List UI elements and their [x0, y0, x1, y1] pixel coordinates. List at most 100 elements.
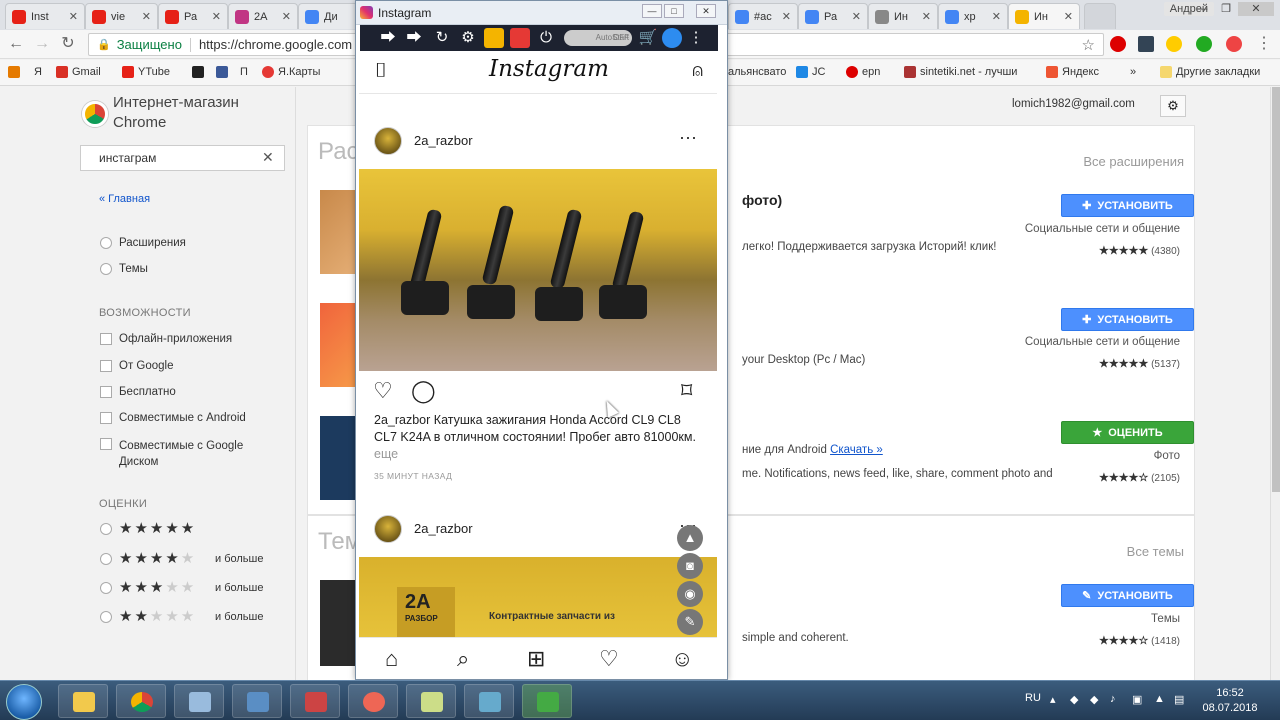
back-button[interactable]: ←	[6, 34, 26, 54]
close-icon[interactable]: ✕	[282, 10, 291, 23]
close-icon[interactable]: ✕	[922, 10, 931, 23]
forward-button[interactable]: →	[32, 34, 52, 54]
chrome-app[interactable]	[116, 684, 166, 718]
close-icon[interactable]: ✕	[782, 10, 791, 23]
close-window-button[interactable]: ✕	[1238, 2, 1274, 16]
checkbox[interactable]	[100, 360, 112, 372]
browser-tab[interactable]: хр ✕	[938, 3, 1008, 29]
tray-icon[interactable]: ▲	[1154, 693, 1166, 705]
tray-icon[interactable]: ◆	[1070, 693, 1082, 706]
browser-tab[interactable]: Inst ✕	[5, 3, 85, 29]
maximize-button[interactable]: ❐	[1214, 2, 1238, 16]
app-button[interactable]	[232, 684, 282, 718]
close-icon[interactable]: ✕	[212, 10, 221, 23]
tray-icon[interactable]: ▴	[1050, 693, 1062, 706]
clear-search-icon[interactable]: ✕	[262, 149, 274, 166]
app-button[interactable]	[290, 684, 340, 718]
app-button[interactable]	[522, 684, 572, 718]
compass-icon[interactable]: ✎	[677, 609, 703, 635]
close-icon[interactable]: ✕	[69, 10, 78, 23]
extension-icon[interactable]	[1166, 36, 1182, 52]
forward-arrow-icon[interactable]: ⮕	[404, 28, 424, 48]
result-title[interactable]: фото)	[742, 192, 1082, 208]
bookmark-item[interactable]: П	[240, 66, 248, 78]
back-arrow-icon[interactable]: ⮕	[378, 28, 398, 48]
avatar[interactable]	[374, 515, 402, 543]
bookmark-item[interactable]: YTube	[122, 66, 170, 78]
bookmark-item[interactable]	[216, 66, 228, 78]
bookmark-item[interactable]: Я	[34, 66, 42, 78]
bookmark-item[interactable]: Другие закладки	[1160, 66, 1260, 78]
add-post-icon[interactable]: ⊞	[527, 646, 545, 672]
download-link[interactable]: Скачать »	[830, 444, 883, 456]
more-link[interactable]: еще	[374, 447, 398, 461]
comment-icon[interactable]: ◯	[411, 378, 436, 404]
search-input[interactable]: инстаграм	[80, 145, 285, 171]
clock[interactable]: 16:52 08.07.2018	[1200, 686, 1260, 716]
app-button[interactable]	[464, 684, 514, 718]
eye-icon[interactable]: ◉	[677, 581, 703, 607]
all-extensions-link[interactable]: Все расширения	[1083, 154, 1184, 169]
bookmark-item[interactable]: Я.Карты	[262, 66, 320, 78]
bookmarks-overflow[interactable]: »	[1130, 66, 1136, 78]
checkbox[interactable]	[100, 386, 112, 398]
color-grid-icon[interactable]	[484, 28, 504, 48]
tray-icon[interactable]: ▤	[1174, 693, 1186, 706]
bookmark-item[interactable]	[8, 66, 20, 78]
bookmark-icon[interactable]: ⌑	[681, 378, 692, 404]
gear-icon[interactable]: ⚙	[1160, 95, 1186, 117]
heart-icon[interactable]: ♡	[373, 378, 393, 404]
menu-icon[interactable]: ⋮	[1254, 34, 1274, 54]
scroll-up-icon[interactable]: ▲	[677, 525, 703, 551]
explorer-app[interactable]	[58, 684, 108, 718]
volume-icon[interactable]: ♪	[1110, 693, 1122, 705]
messenger-icon[interactable]	[662, 28, 682, 48]
close-window-button[interactable]: ✕	[696, 4, 716, 18]
app-button[interactable]	[348, 684, 398, 718]
extension-icon[interactable]	[1226, 36, 1242, 52]
minimize-button[interactable]: —	[1190, 2, 1214, 16]
bookmark-item[interactable]: Яндекс	[1046, 66, 1099, 78]
cart-icon[interactable]: 🛒	[638, 28, 658, 48]
new-tab-button[interactable]	[1084, 3, 1116, 29]
bookmark-item[interactable]	[192, 66, 204, 78]
profile-icon[interactable]: ☺	[671, 646, 693, 672]
radio-extensions[interactable]	[100, 237, 112, 249]
post-photo[interactable]	[359, 169, 717, 371]
close-icon[interactable]: ✕	[992, 10, 1001, 23]
more-vertical-icon[interactable]: ⋮	[686, 28, 706, 48]
browser-tab[interactable]: Ин ✕	[868, 3, 938, 29]
home-link[interactable]: « Главная	[99, 193, 150, 205]
more-options-icon[interactable]: ···	[679, 127, 697, 148]
close-icon[interactable]: ✕	[142, 10, 151, 23]
search-icon[interactable]: ⌕	[457, 646, 469, 672]
browser-tab[interactable]: Ди	[298, 3, 358, 29]
rating-radio[interactable]	[100, 582, 112, 594]
bookmark-item[interactable]: альянсвато	[728, 66, 786, 78]
browser-tab-active[interactable]: Ин ✕	[1008, 3, 1080, 29]
post-username[interactable]: 2a_razbor	[414, 521, 473, 536]
all-themes-link[interactable]: Все темы	[1127, 544, 1184, 559]
refresh-icon[interactable]: ↻	[432, 28, 452, 48]
gear-icon[interactable]: ⚙	[458, 28, 478, 48]
add-user-icon[interactable]: ⍝	[692, 60, 703, 81]
app-button[interactable]	[174, 684, 224, 718]
account-email[interactable]: lomich1982@gmail.com	[1012, 98, 1135, 110]
close-icon[interactable]: ✕	[852, 10, 861, 23]
scrollbar-thumb[interactable]	[1272, 87, 1280, 492]
home-icon[interactable]: ⌂	[385, 646, 398, 672]
browser-tab[interactable]: Ра ✕	[798, 3, 868, 29]
bookmark-item[interactable]: sintetiki.net - лучши	[904, 66, 1017, 78]
tray-icon[interactable]: ◆	[1090, 693, 1102, 706]
checkbox[interactable]	[100, 412, 112, 424]
opera-icon[interactable]	[1110, 36, 1126, 52]
rating-radio[interactable]	[100, 523, 112, 535]
heart-icon[interactable]: ♡	[599, 646, 619, 672]
minimize-button[interactable]: —	[642, 4, 662, 18]
power-icon[interactable]: ⏻	[536, 28, 556, 48]
reload-button[interactable]: ↻	[58, 34, 78, 54]
caption-username[interactable]: 2a_razbor	[374, 413, 430, 427]
camera-icon[interactable]: ⌷	[375, 60, 387, 83]
page-scrollbar[interactable]	[1270, 87, 1280, 680]
install-button[interactable]: ✚ УСТАНОВИТЬ	[1061, 308, 1194, 331]
